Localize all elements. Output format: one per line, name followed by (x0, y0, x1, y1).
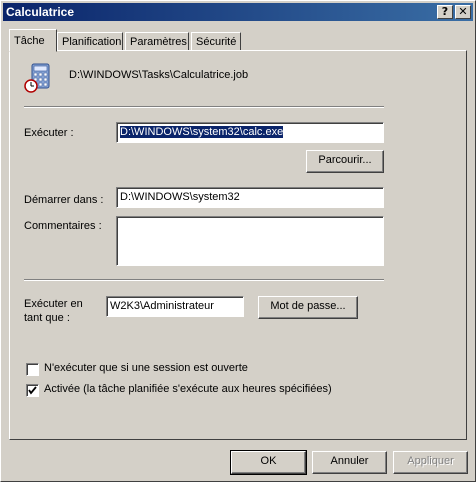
tab-parametres[interactable]: Paramètres (125, 32, 189, 50)
title-bar[interactable]: Calculatrice ? ✕ (3, 3, 473, 21)
comments-textarea[interactable] (116, 216, 384, 266)
close-button[interactable]: ✕ (455, 5, 471, 19)
enabled-checkbox[interactable] (26, 384, 39, 397)
comments-label: Commentaires : (24, 220, 102, 232)
enabled-label[interactable]: Activée (la tâche planifiée s'exécute au… (44, 383, 332, 395)
cancel-button[interactable]: Annuler (312, 451, 387, 474)
browse-button-label: Parcourir... (318, 154, 372, 166)
separator (24, 279, 384, 281)
tab-planification[interactable]: Planification (57, 32, 123, 50)
run-as-label-line2: tant que : (24, 312, 70, 324)
set-password-button-label: Mot de passe... (270, 300, 346, 312)
apply-button-label: Appliquer (407, 455, 454, 467)
set-password-button[interactable]: Mot de passe... (258, 296, 358, 319)
tab-label: Paramètres (130, 36, 187, 48)
run-as-value: W2K3\Administrateur (110, 300, 214, 312)
apply-button[interactable]: Appliquer (393, 451, 468, 474)
start-in-input[interactable]: D:\WINDOWS\system32 (116, 187, 384, 208)
tab-label: Sécurité (196, 36, 237, 48)
help-button[interactable]: ? (437, 5, 453, 19)
task-properties-window: Calculatrice ? ✕ Tâche Planification Par… (0, 0, 476, 482)
ok-button[interactable]: OK (230, 450, 307, 475)
tab-label: Planification (62, 36, 122, 48)
tab-label: Tâche (14, 35, 45, 47)
run-label: Exécuter : (24, 127, 74, 139)
run-as-input[interactable]: W2K3\Administrateur (106, 296, 244, 317)
tab-tache[interactable]: Tâche (9, 29, 57, 52)
calculator-icon (24, 63, 52, 93)
run-as-label-line1: Exécuter en (24, 298, 83, 310)
task-tab-panel: D:\WINDOWS\Tasks\Calculatrice.job Exécut… (9, 50, 467, 440)
logged-on-only-checkbox[interactable] (26, 363, 39, 376)
task-file-path: D:\WINDOWS\Tasks\Calculatrice.job (69, 69, 249, 81)
separator (24, 106, 384, 108)
tab-securite[interactable]: Sécurité (191, 32, 241, 50)
checkmark-icon (28, 386, 37, 395)
run-command-value: D:\WINDOWS\system32\calc.exe (120, 126, 284, 138)
ok-button-label: OK (260, 455, 277, 467)
start-in-value: D:\WINDOWS\system32 (120, 191, 240, 203)
window-title: Calculatrice (6, 5, 75, 19)
logged-on-only-label[interactable]: N'exécuter que si une session est ouvert… (44, 362, 248, 374)
cancel-button-label: Annuler (330, 455, 369, 467)
browse-button[interactable]: Parcourir... (306, 150, 384, 173)
start-in-label: Démarrer dans : (24, 194, 104, 206)
run-command-input[interactable]: D:\WINDOWS\system32\calc.exe (116, 122, 384, 143)
